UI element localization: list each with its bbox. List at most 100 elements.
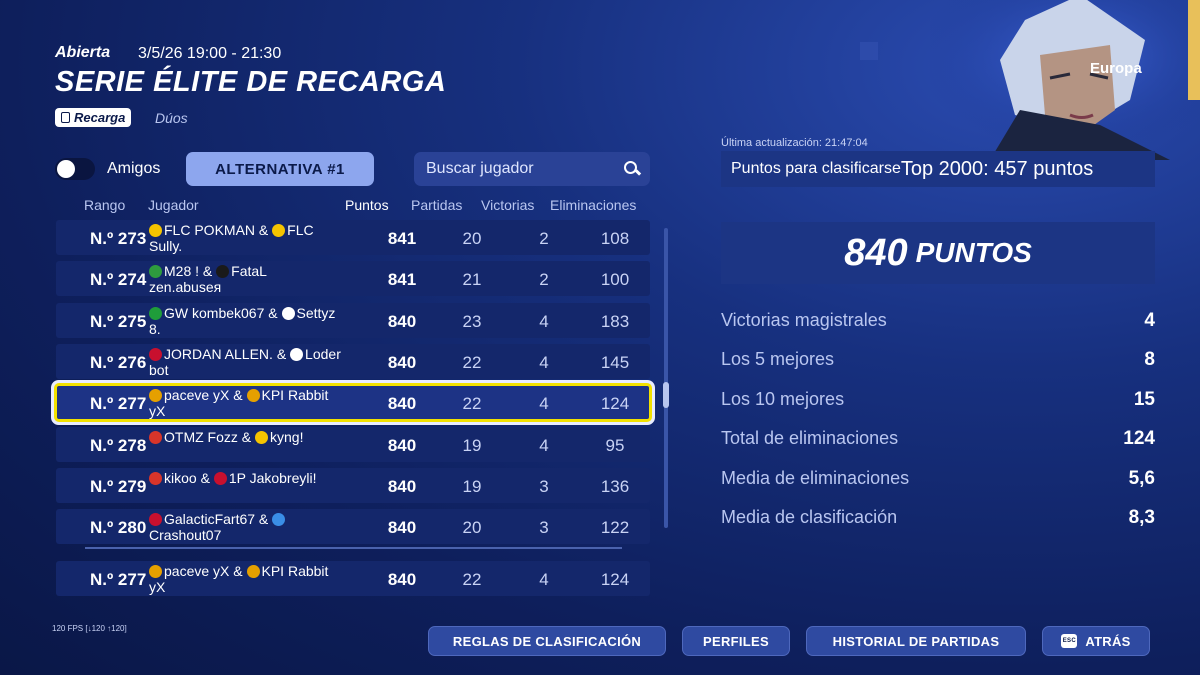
profiles-button[interactable]: PERFILES <box>682 626 790 656</box>
table-row[interactable]: N.º 277 paceve yX & KPI Rabbit yX 840 22 4 124 <box>56 561 650 596</box>
row-points: 840 <box>387 394 417 414</box>
table-row[interactable]: N.º 276 JORDAN ALLEN. & Loder bot 840 22 4 145 <box>56 343 650 379</box>
scrollbar-track[interactable] <box>664 228 668 528</box>
row-points: 840 <box>387 311 417 331</box>
flag-icon <box>246 565 260 578</box>
search-input[interactable] <box>424 159 608 179</box>
esc-key-icon: ESC <box>1061 634 1078 648</box>
row-elims: 108 <box>600 229 630 248</box>
alternative-button[interactable]: ALTERNATIVA #1 <box>186 152 374 186</box>
row-games: 22 <box>462 394 482 414</box>
col-points[interactable]: Puntos <box>345 197 389 213</box>
row-elims: 100 <box>600 270 630 290</box>
col-elims[interactable]: Eliminaciones <box>550 197 636 213</box>
flag-icon <box>149 347 162 361</box>
stat-value: 8 <box>1144 349 1155 371</box>
row-rank: N.º 274 <box>90 270 147 290</box>
table-row[interactable]: N.º 273 FLC POKMAN & FLC Sully. 841 20 2 108 <box>56 220 650 255</box>
toggle-knob <box>57 160 75 178</box>
table-row[interactable]: N.º 278 OTMZ Fozz & kyng! 840 19 4 95 <box>56 426 650 462</box>
mode-badge: Recarga <box>55 108 132 127</box>
player-1: GalacticFart67 & <box>164 511 269 528</box>
row-elims: 145 <box>600 352 630 372</box>
flag-icon <box>149 306 162 320</box>
row-rank: N.º 280 <box>90 518 147 538</box>
stat-label: Los 5 mejores <box>721 349 835 370</box>
stat-value: 8,3 <box>1128 507 1155 528</box>
row-wins: 3 <box>539 518 549 538</box>
flag-icon <box>272 513 286 527</box>
player-2-cont: Sully. <box>149 238 183 254</box>
row-rank: N.º 278 <box>90 435 147 455</box>
flag-icon <box>149 430 162 444</box>
flag-icon <box>149 565 162 578</box>
points-label: PUNTOS <box>915 237 1032 268</box>
player-2-cont: yX <box>149 579 166 595</box>
table-row[interactable]: N.º 279 kikoo & 1P Jakobreyli! 840 19 3 136 <box>56 467 650 503</box>
table-row[interactable]: N.º 274 M28 ! & FataL zen.abuseя 841 21 2 100 <box>56 261 650 297</box>
region-label: Europa <box>1090 60 1142 77</box>
decor-square <box>860 42 878 60</box>
player-2-cont: yX <box>149 403 166 420</box>
col-wins[interactable]: Victorias <box>481 197 534 213</box>
row-wins: 3 <box>539 476 549 496</box>
row-rank: N.º 277 <box>90 570 147 589</box>
row-rank: N.º 277 <box>90 394 147 414</box>
col-player: Jugador <box>148 197 199 213</box>
row-points: 841 <box>387 229 417 248</box>
player-1: paceve yX & <box>164 387 243 404</box>
search-icon[interactable] <box>624 161 640 177</box>
event-datetime: 3/5/26 19:00 - 21:30 <box>138 45 282 62</box>
player-2: 1P Jakobreyli! <box>228 469 317 486</box>
player-2-cont: Crashout07 <box>149 527 222 544</box>
col-games[interactable]: Partidas <box>411 197 462 213</box>
row-games: 20 <box>462 518 482 538</box>
player-1: OTMZ Fozz & <box>164 428 252 445</box>
row-elims: 95 <box>605 435 625 455</box>
player-1: M28 ! & <box>164 263 213 280</box>
player-1: paceve yX & <box>164 563 243 579</box>
character-portrait <box>930 0 1200 160</box>
qualify-value: Top 2000: 457 puntos <box>900 157 1094 180</box>
row-wins: 2 <box>539 229 549 248</box>
stat-label: Victorias magistrales <box>721 310 887 330</box>
qualify-label: Puntos para clasificarse <box>731 160 901 177</box>
flag-icon <box>246 389 260 403</box>
back-button[interactable]: ESC ATRÁS <box>1042 626 1150 656</box>
rules-button[interactable]: REGLAS DE CLASIFICACIÓN <box>428 626 666 656</box>
row-games: 22 <box>462 352 482 372</box>
history-button[interactable]: HISTORIAL DE PARTIDAS <box>806 626 1026 656</box>
row-wins: 4 <box>539 394 549 414</box>
stat-label: Los 10 mejores <box>721 388 845 409</box>
row-points: 840 <box>387 435 417 455</box>
flag-icon <box>149 471 162 485</box>
stat-value: 4 <box>1144 310 1155 331</box>
player-2: kyng! <box>270 428 304 445</box>
player-search[interactable] <box>414 152 650 186</box>
fps-counter: 120 FPS [↓120 ↑120] <box>52 624 127 633</box>
team-mode: Dúos <box>155 110 188 126</box>
player-1: kikoo & <box>164 469 210 486</box>
stat-label: Media de clasificación <box>721 507 898 527</box>
page-title: SERIE ÉLITE DE RECARGA <box>55 66 447 98</box>
flag-icon <box>272 224 286 237</box>
last-updated: Última actualización: 21:47:04 <box>721 137 868 149</box>
table-row[interactable]: N.º 275 GW kombek067 & Settyz 8. 840 23 4 183 <box>56 302 650 338</box>
points-panel: 840 PUNTOS <box>721 222 1155 284</box>
friends-toggle[interactable] <box>55 158 95 180</box>
table-row[interactable]: N.º 280 GalacticFart67 & Crashout07 840 20 3… <box>56 509 650 545</box>
flag-icon <box>290 347 304 361</box>
row-rank: N.º 273 <box>90 229 147 248</box>
back-button-label: ATRÁS <box>1085 633 1131 649</box>
row-player: paceve yX & KPI Rabbit yX <box>149 387 369 419</box>
player-2: KPI Rabbit <box>261 563 329 579</box>
stat-value: 15 <box>1133 388 1155 410</box>
flag-icon <box>149 224 162 237</box>
table-row[interactable]: N.º 277 paceve yX & KPI Rabbit yX 840 22 4 124 <box>54 383 652 423</box>
row-points: 840 <box>387 476 417 496</box>
row-player: paceve yX & KPI Rabbit yX <box>149 563 369 595</box>
scrollbar-thumb[interactable] <box>663 382 669 408</box>
mode-badge-label: Recarga <box>74 110 126 125</box>
row-player: M28 ! & FataL zen.abuseя <box>149 263 369 295</box>
player-2-cont: bot <box>149 361 169 378</box>
